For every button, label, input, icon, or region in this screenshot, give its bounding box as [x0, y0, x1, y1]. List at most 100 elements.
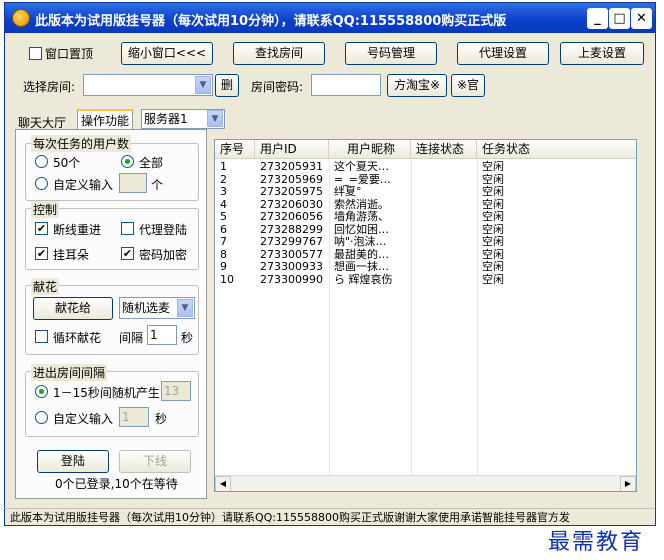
table-cell: 回忆如困… [334, 222, 389, 236]
table-row[interactable]: 9 273300933 想画一抹… 空闲 [215, 260, 636, 273]
radio-all[interactable] [121, 155, 134, 168]
table-cell: 空闲 [482, 210, 504, 223]
column-divider [411, 159, 412, 477]
login-status-text: 0个已登录,10个在等待 [55, 477, 178, 491]
pin-window-checkbox[interactable] [29, 47, 42, 60]
table-cell: 10 [220, 272, 234, 286]
room-password-label: 房间密码: [251, 80, 304, 94]
column-header-nickname[interactable]: 用户昵称 [329, 140, 411, 159]
reconnect-checkbox[interactable]: ✔ [35, 222, 48, 235]
table-cell: 273299767 [260, 235, 323, 248]
account-management-button[interactable]: 号码管理 [345, 42, 437, 65]
table-row[interactable]: 4 273206030 索然消逝。 空闲 [215, 198, 636, 211]
custom-users-input[interactable] [119, 173, 147, 193]
flower-target-select[interactable]: 随机选麦 ▼ [119, 297, 195, 319]
column-header-user-id[interactable]: 用户ID [255, 140, 329, 159]
radio-random-interval[interactable] [35, 385, 48, 398]
table-cell: 空闲 [482, 247, 504, 261]
taobao-button[interactable]: 方淘宝※ [387, 74, 447, 97]
custom-users-unit: 个 [151, 178, 164, 192]
close-button[interactable]: ✕ [631, 8, 652, 29]
radio-custom-interval[interactable] [35, 411, 48, 424]
table-cell: 273300933 [260, 260, 323, 273]
proxy-login-label: 代理登陆 [139, 223, 188, 237]
custom-interval-input[interactable]: 1 [119, 407, 149, 427]
room-interval-title: 进出房间间隔 [31, 364, 108, 381]
window-title: 此版本为试用版挂号器（每次试用10分钟），请联系QQ:115558800购买正式… [35, 14, 507, 29]
watermark: 最需教育 [548, 530, 645, 555]
official-button[interactable]: ※官 [451, 74, 485, 97]
proxy-login-checkbox[interactable] [121, 222, 134, 235]
loop-flowers-checkbox[interactable] [35, 330, 48, 343]
table-row[interactable]: 5 273206056 墙角游荡、 空闲 [215, 210, 636, 223]
table-cell: 空闲 [482, 272, 504, 286]
control-title: 控制 [31, 201, 60, 218]
table-cell: 273205975 [260, 185, 323, 198]
chevron-down-icon[interactable]: ▼ [177, 299, 193, 317]
delete-room-button[interactable]: 删 [215, 74, 239, 97]
radio-random-interval-label: 1－15秒间随机产生 [53, 386, 160, 400]
random-interval-input[interactable]: 13 [161, 381, 191, 401]
flower-interval-unit: 秒 [181, 331, 194, 345]
table-row[interactable]: 2 273205969 =_=爱要… 空闲 [215, 173, 636, 186]
horizontal-scrollbar[interactable]: ◀ ▶ [215, 475, 636, 491]
room-select[interactable]: ▼ [83, 74, 213, 96]
encrypt-password-checkbox[interactable]: ✔ [121, 247, 134, 260]
table-row[interactable]: 7 273299767 呐"·泡沫… 空闲 [215, 235, 636, 248]
radio-custom-users-label: 自定义输入 [53, 178, 114, 192]
mic-settings-button[interactable]: 上麦设置 [560, 42, 644, 65]
chevron-down-icon[interactable]: ▼ [195, 76, 211, 94]
find-room-button[interactable]: 查找房间 [233, 42, 325, 65]
login-button[interactable]: 登陆 [37, 450, 109, 473]
give-flowers-button[interactable]: 献花给 [33, 297, 113, 320]
table-cell: 2 [220, 172, 227, 186]
table-cell: 空闲 [482, 235, 504, 248]
column-divider [329, 159, 330, 477]
table-cell: 索然消逝。 [334, 197, 389, 211]
column-divider [477, 159, 478, 477]
scroll-right-icon[interactable]: ▶ [620, 476, 636, 491]
table-cell: 空闲 [482, 172, 504, 186]
table-cell: 3 [220, 185, 227, 198]
maximize-button[interactable]: □ [609, 8, 630, 29]
radio-custom-users[interactable] [35, 177, 48, 190]
table-cell: 273205931 [260, 160, 323, 173]
flower-target-value: 随机选麦 [122, 301, 171, 315]
ears-checkbox[interactable]: ✔ [35, 247, 48, 260]
flower-interval-input[interactable]: 1 [147, 325, 177, 345]
proxy-settings-button[interactable]: 代理设置 [457, 42, 549, 65]
shrink-window-button[interactable]: 缩小窗口<<< [121, 42, 213, 65]
table-cell: 1 [220, 160, 227, 173]
table-cell: =_=爱要… [334, 172, 391, 186]
logout-button[interactable]: 下线 [119, 450, 191, 473]
table-row[interactable]: 1 273205931 这个夏天… 空闲 [215, 160, 636, 173]
column-header-connection[interactable]: 连接状态 [411, 140, 477, 159]
scroll-left-icon[interactable]: ◀ [215, 476, 231, 491]
tab-operations[interactable]: 操作功能 [77, 109, 134, 131]
title-bar[interactable]: 此版本为试用版挂号器（每次试用10分钟），请联系QQ:115558800购买正式… [5, 3, 655, 33]
radio-all-label: 全部 [139, 156, 164, 170]
user-table[interactable]: 序号 用户ID 用户昵称 连接状态 任务状态 1 273205931 这个夏天… 空闲… [214, 139, 637, 492]
radio-custom-interval-label: 自定义输入 [53, 412, 114, 426]
table-header: 序号 用户ID 用户昵称 连接状态 任务状态 [215, 140, 636, 159]
column-header-task-status[interactable]: 任务状态 [477, 140, 636, 159]
table-cell: 273205969 [260, 172, 323, 186]
table-cell: 空闲 [482, 160, 504, 173]
table-row[interactable]: 8 273300577 最甜美的… 空闲 [215, 248, 636, 261]
ears-label: 挂耳朵 [53, 248, 90, 262]
minimize-button[interactable]: _ [587, 8, 608, 29]
table-cell: 273206056 [260, 210, 323, 223]
table-cell: 273206030 [260, 197, 323, 211]
room-password-input[interactable] [311, 74, 381, 96]
app-icon [12, 9, 30, 27]
server-select[interactable]: 服务器1 ▼ [141, 109, 225, 129]
table-cell: 4 [220, 197, 227, 211]
table-row[interactable]: 10 273300990 ら 辉煌哀伤 空闲 [215, 273, 636, 286]
column-header-index[interactable]: 序号 [215, 140, 255, 159]
table-row[interactable]: 6 273288299 回忆如困… 空闲 [215, 223, 636, 236]
table-row[interactable]: 3 273205975 绊夏° 空闲 [215, 185, 636, 198]
custom-interval-unit: 秒 [155, 412, 168, 426]
chevron-down-icon[interactable]: ▼ [207, 110, 223, 127]
table-cell: 最甜美的… [334, 247, 389, 261]
radio-50[interactable] [35, 155, 48, 168]
